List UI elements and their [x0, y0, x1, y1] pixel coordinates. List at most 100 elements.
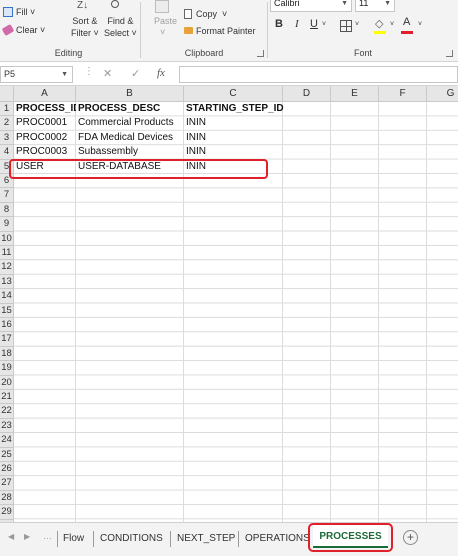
sort-filter-label-1: Sort &	[72, 16, 98, 26]
cell-c3[interactable]: ININ	[184, 131, 283, 145]
row-header-17[interactable]: 17	[0, 332, 14, 347]
row-header-27[interactable]: 27	[0, 476, 14, 491]
paste-button[interactable]: Paste	[154, 16, 177, 26]
row-header-19[interactable]: 19	[0, 361, 14, 376]
tab-next-step[interactable]: NEXT_STEP	[177, 530, 235, 548]
column-header-d[interactable]: D	[283, 86, 331, 102]
column-header-a[interactable]: A	[14, 86, 76, 102]
chevron-down-icon: ▼	[384, 0, 391, 7]
underline-dropdown-icon[interactable]: ˅	[322, 21, 326, 28]
tab-conditions[interactable]: CONDITIONS	[100, 530, 163, 548]
cell-c1[interactable]: STARTING_STEP_ID	[184, 102, 294, 116]
column-header-e[interactable]: E	[331, 86, 379, 102]
chevron-down-icon: ▼	[341, 0, 348, 7]
find-select-label-1: Find &	[107, 16, 134, 26]
row-header-28[interactable]: 28	[0, 490, 14, 506]
font-color-button[interactable]: A	[403, 16, 410, 28]
clipboard-dialog-launcher-icon[interactable]	[257, 50, 264, 57]
find-select-button[interactable]: Find & Select ˅	[104, 15, 137, 39]
italic-button[interactable]: I	[295, 18, 299, 30]
editing-group-label: Editing	[54, 48, 83, 58]
chevron-down-icon: ▼	[61, 71, 68, 78]
name-box[interactable]: P5 ▼	[0, 66, 73, 83]
row-header-15[interactable]: 15	[0, 303, 14, 318]
column-header-b[interactable]: B	[76, 86, 184, 102]
row-header-13[interactable]: 13	[0, 274, 14, 290]
cell-a3[interactable]: PROC0002	[14, 131, 76, 145]
font-name-value: Calibri	[274, 0, 300, 8]
grid-line	[426, 102, 427, 522]
font-name-select[interactable]: Calibri ▼	[270, 0, 352, 12]
paste-icon	[155, 0, 169, 13]
underline-button[interactable]: U	[310, 18, 318, 30]
row-header-25[interactable]: 25	[0, 447, 14, 462]
fill-color-icon[interactable]: ◇	[375, 17, 383, 30]
paste-dropdown-icon[interactable]: ˅	[160, 27, 165, 37]
more-sheets-icon[interactable]: …	[43, 531, 52, 541]
fill-color-bar	[374, 31, 386, 34]
cell-c4[interactable]: ININ	[184, 145, 283, 159]
row-header-7[interactable]: 7	[0, 188, 14, 203]
fill-color-dropdown-icon[interactable]: ˅	[390, 21, 394, 28]
sort-filter-button[interactable]: Sort & Filter ˅	[71, 15, 99, 39]
cell-a2[interactable]: PROC0001	[14, 116, 76, 130]
grid-line	[330, 102, 331, 522]
worksheet-grid[interactable]: A B C D E F G 1 2 3 4 5 6 7 8 9 10 11 12 13 14 15 16 17 1…	[0, 86, 458, 522]
format-painter-button[interactable]: Format Painter	[196, 26, 256, 36]
ribbon: Fill ˅ Clear ˅ Z↓ Sort & Filter ˅ Find &…	[0, 0, 458, 62]
column-header-c[interactable]: C	[184, 86, 283, 102]
row-header-11[interactable]: 11	[0, 246, 14, 261]
eraser-icon	[1, 24, 15, 36]
bold-button[interactable]: B	[275, 18, 283, 30]
cell-a4[interactable]: PROC0003	[14, 145, 76, 159]
column-header-f[interactable]: F	[379, 86, 427, 102]
sort-filter-icon: Z↓	[77, 0, 89, 11]
row-header-2[interactable]: 2	[0, 116, 14, 131]
clear-button[interactable]: Clear ˅	[16, 25, 45, 35]
row-header-29[interactable]: 29	[0, 505, 14, 520]
row-header-4[interactable]: 4	[0, 145, 14, 160]
column-header-g[interactable]: G	[427, 86, 458, 102]
row-header-23[interactable]: 23	[0, 418, 14, 434]
row-header-12[interactable]: 12	[0, 260, 14, 275]
font-color-dropdown-icon[interactable]: ˅	[418, 21, 422, 28]
formula-input[interactable]	[179, 66, 458, 83]
cell-c2[interactable]: ININ	[184, 116, 283, 130]
cell-b1[interactable]: PROCESS_DESC	[76, 102, 184, 116]
select-all-corner[interactable]	[0, 86, 14, 102]
row-header-20[interactable]: 20	[0, 375, 14, 390]
cell-b4[interactable]: Subassembly	[76, 145, 184, 159]
borders-icon[interactable]	[340, 20, 352, 32]
font-group-label: Font	[353, 48, 372, 58]
cell-b3[interactable]: FDA Medical Devices	[76, 131, 184, 145]
row-header-18[interactable]: 18	[0, 346, 14, 362]
tab-flow[interactable]: Flow	[63, 530, 84, 548]
font-dialog-launcher-icon[interactable]	[446, 50, 453, 57]
add-sheet-icon[interactable]: +	[403, 530, 418, 545]
row-header-1[interactable]: 1	[0, 102, 14, 117]
row-header-26[interactable]: 26	[0, 462, 14, 477]
editing-group: Fill ˅ Clear ˅ Z↓ Sort & Filter ˅ Find &…	[0, 0, 137, 62]
row-header-9[interactable]: 9	[0, 217, 14, 232]
enter-icon[interactable]: ✓	[131, 67, 140, 80]
font-size-select[interactable]: 11 ▼	[355, 0, 395, 12]
cell-a1[interactable]: PROCESS_ID	[14, 102, 76, 116]
copy-button[interactable]: Copy ˅	[196, 9, 227, 19]
borders-dropdown-icon[interactable]: ˅	[355, 21, 359, 28]
format-painter-icon	[184, 27, 193, 34]
scroll-right-icon[interactable]: ▶	[24, 532, 30, 541]
tab-operations[interactable]: OPERATIONS	[245, 530, 310, 548]
row-header-22[interactable]: 22	[0, 404, 14, 419]
cancel-icon[interactable]: ✕	[103, 67, 112, 80]
scroll-left-icon[interactable]: ◀	[8, 532, 14, 541]
row-header-24[interactable]: 24	[0, 433, 14, 448]
fill-button[interactable]: Fill ˅	[16, 7, 35, 17]
cell-b2[interactable]: Commercial Products	[76, 116, 184, 130]
row-header-16[interactable]: 16	[0, 318, 14, 333]
row-header-21[interactable]: 21	[0, 390, 14, 405]
row-header-8[interactable]: 8	[0, 202, 14, 218]
row-header-14[interactable]: 14	[0, 289, 14, 304]
row-header-10[interactable]: 10	[0, 231, 14, 246]
insert-function-icon[interactable]: fx	[157, 67, 165, 79]
row-header-3[interactable]: 3	[0, 130, 14, 146]
